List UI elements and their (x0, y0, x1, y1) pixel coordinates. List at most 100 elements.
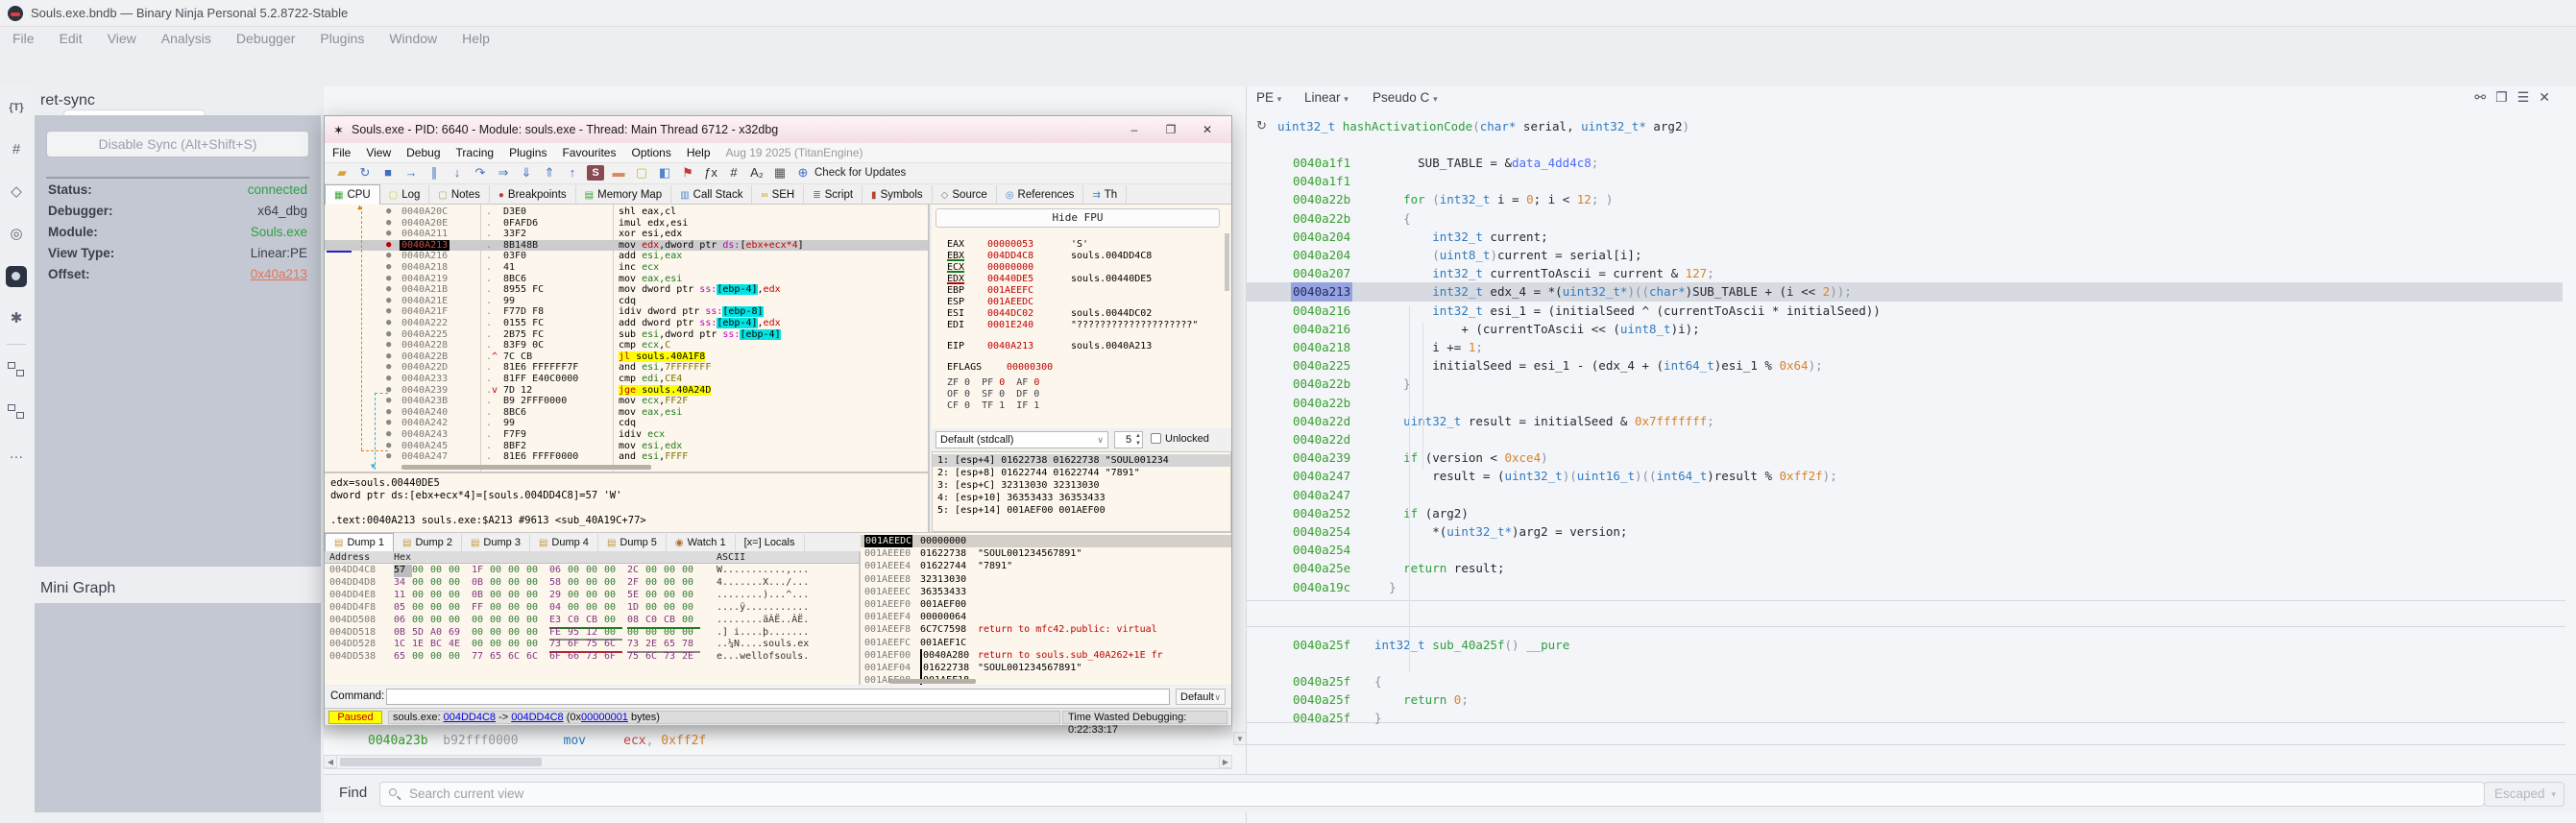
functions-icon[interactable]: ƒx (699, 163, 722, 182)
x32dbg-menu-tracing[interactable]: Tracing (449, 143, 502, 162)
code-line[interactable]: 0040a1f1 (1247, 172, 2563, 190)
restart-icon[interactable]: ↻ (353, 163, 377, 182)
stack-row[interactable]: 001AEEE401622744"7891" (861, 560, 1231, 572)
step-into-icon[interactable]: ↓ (446, 163, 469, 182)
disasm-row[interactable]: ●0040A225.2B75 FCsub esi,dword ptr ss:[e… (325, 329, 930, 341)
disasm-row[interactable]: ●0040A218.41inc ecx (325, 262, 930, 274)
step-over-icon[interactable]: ↷ (469, 163, 492, 182)
step-user-icon[interactable]: ↑ (561, 163, 584, 182)
x32dbg-tab-notes[interactable]: ▢Notes (429, 185, 490, 206)
offset-link[interactable]: 0x40a213 (251, 267, 307, 281)
calculator-icon[interactable]: ▦ (768, 163, 791, 182)
disasm-row[interactable]: ●0040A239.v7D 12jge souls.40A24D (325, 385, 930, 397)
arg-row[interactable]: 5: [esp+14] 001AEF00 001AEF00 (933, 504, 1231, 517)
disasm-row[interactable]: ●0040A20C.D3E0shl eax,cl (325, 206, 930, 218)
register-row[interactable]: EBX004DD4C8souls.004DD4C8 (932, 251, 1231, 262)
code-line[interactable]: 0040a218 i += 1; (1247, 338, 2563, 356)
x32dbg-menu-help[interactable]: Help (679, 143, 718, 162)
maximize-button[interactable]: ❐ (1156, 120, 1185, 139)
disable-sync-button[interactable]: Disable Sync (Alt+Shift+S) (46, 131, 309, 157)
disasm-row[interactable]: ●0040A21F.F77D F8idiv dword ptr ss:[ebp-… (325, 306, 930, 318)
register-row[interactable]: EBP001AEEFC (932, 285, 1231, 297)
arg-row[interactable]: 2: [esp+8] 01622744 01622744 "7891" (933, 467, 1231, 479)
x32dbg-menu-file[interactable]: File (325, 143, 358, 162)
x32dbg-tab-memory-map[interactable]: ▤Memory Map (576, 185, 672, 206)
register-row[interactable]: ESI0044DC02souls.0044DC02 (932, 308, 1231, 320)
stack-row[interactable]: 001AEEF86C7C7598return to mfc42.public: … (861, 623, 1231, 636)
open-file-icon[interactable]: ▰ (330, 163, 353, 182)
disasm-row[interactable]: ●0040A22D.81E6 FFFFFF7Fand esi,7FFFFFFF (325, 362, 930, 374)
dump-tab-dump-4[interactable]: ▤Dump 4 (530, 534, 598, 553)
x32dbg-tab-th[interactable]: ⇉Th (1083, 185, 1127, 206)
code-line[interactable]: 0040a216 int32_t esi_1 = (initialSeed ^ … (1247, 302, 2563, 320)
code-line[interactable]: 0040a19c } (1247, 578, 2563, 596)
code-line[interactable]: 0040a22d (1247, 430, 2563, 448)
code-line[interactable] (1247, 654, 2563, 672)
dump-row[interactable]: 004DD4F805000000FF000000040000001D000000… (325, 602, 861, 615)
run-icon[interactable]: → (400, 163, 423, 182)
patches-icon[interactable]: ▬ (607, 163, 630, 182)
dump-tab--x-locals[interactable]: [x=] Locals (736, 534, 805, 553)
stack-pane[interactable]: 001AEEDC00000000001AEEE001622738"SOUL001… (861, 532, 1231, 685)
disasm-row[interactable]: ●0040A240.8BC6mov eax,esi (325, 407, 930, 419)
dump-row[interactable]: 004DD4D8340000000B000000580000002F000000… (325, 577, 861, 590)
stack-row[interactable]: 001AEEFC001AEF1C (861, 637, 1231, 649)
vscroll-down-arrow[interactable]: ▼ (1233, 732, 1247, 745)
disasm-row[interactable]: ●0040A245.8BF2mov esi,edx (325, 441, 930, 452)
scylla-icon[interactable]: S (587, 165, 604, 181)
x32dbg-tab-breakpoints[interactable]: ●Breakpoints (490, 185, 576, 206)
register-row[interactable]: EDX00440DE5souls.00440DE5 (932, 274, 1231, 285)
menu-analysis[interactable]: Analysis (149, 27, 224, 50)
stop-icon[interactable]: ■ (377, 163, 400, 182)
unlocked-checkbox[interactable]: Unlocked (1151, 433, 1209, 445)
dump-row[interactable]: 004DD4E8110000000B000000290000005E000000… (325, 590, 861, 602)
dump-row[interactable]: 004DD5180B5DA06900000000FE95120000000000… (325, 627, 861, 640)
code-line[interactable]: 0040a1f1 SUB_TABLE = &data_4dd4c8; (1247, 154, 2563, 172)
location-icon[interactable]: ◎ (0, 213, 33, 255)
code-line[interactable]: 0040a239 if (version < 0xce4) (1247, 448, 2563, 467)
stack-row[interactable]: 001AEEE001622738"SOUL001234567891" (861, 547, 1231, 560)
center-hscrollbar[interactable] (324, 755, 1232, 769)
calling-convention-select[interactable]: Default (stdcall)∨ (936, 431, 1108, 448)
menu-file[interactable]: File (0, 27, 47, 50)
register-row[interactable]: ECX00000000 (932, 262, 1231, 274)
code-line[interactable]: 0040a22b (1247, 394, 2563, 412)
code-line[interactable]: 0040a22b } (1247, 375, 2563, 393)
disasm-row[interactable]: ●0040A21B.8955 FCmov dword ptr ss:[ebp-4… (325, 284, 930, 296)
disasm-row[interactable]: ●0040A22B.^7C CBjl souls.40A1F8 (325, 351, 930, 363)
args-pane[interactable]: 1: [esp+4] 01622738 01622738 "SOUL001234… (932, 451, 1231, 532)
bookmarks-icon[interactable]: ⚑ (676, 163, 699, 182)
search-input[interactable]: Search current view (379, 782, 2485, 807)
code-line[interactable]: 0040a247 (1247, 486, 2563, 504)
dump-row[interactable]: 004DD5281C1EBC4E00000000736F756C732E6578… (325, 639, 861, 651)
disassembly-pane[interactable]: ●0040A20C.D3E0shl eax,cl●0040A20E.0FAFD6… (325, 205, 930, 472)
dump-pane[interactable]: Address Hex ASCII 004DD4C8570000001F0000… (325, 551, 861, 685)
more-icon[interactable]: … (0, 433, 33, 475)
comments-icon[interactable]: ▢ (630, 163, 653, 182)
disasm-row[interactable]: ●0040A216.03F0add esi,eax (325, 251, 930, 262)
code-line[interactable]: 0040a25fint32_t sub_40a25f() __pure (1247, 636, 2563, 654)
dump-tab-watch-1[interactable]: ◉Watch 1 (667, 534, 736, 553)
menu-help[interactable]: Help (450, 27, 502, 50)
disasm-row[interactable]: ●0040A211.33F2xor esi,edx (325, 229, 930, 240)
pseudo-c-code[interactable]: 0040a1f1 SUB_TABLE = &data_4dd4c8;0040a1… (1247, 86, 2576, 823)
x32dbg-menu-debug[interactable]: Debug (399, 143, 448, 162)
x32dbg-tab-script[interactable]: ≣Script (804, 185, 863, 206)
code-line[interactable]: 0040a207 int32_t currentToAscii = curren… (1247, 264, 2563, 282)
register-row[interactable]: EDI0001E240"????????????????????" (932, 320, 1231, 331)
code-line[interactable]: 0040a204 int32_t current; (1247, 228, 2563, 246)
hscroll-right-arrow[interactable]: ▶ (1219, 755, 1232, 768)
hide-fpu-button[interactable]: Hide FPU (936, 208, 1220, 228)
menu-view[interactable]: View (95, 27, 149, 50)
minigraph-icon[interactable] (0, 349, 33, 391)
disasm-row[interactable]: ●0040A23B.B9 2FFF0000mov ecx,FF2F (325, 396, 930, 407)
menu-edit[interactable]: Edit (47, 27, 95, 50)
command-type-select[interactable]: Default ∨ (1176, 689, 1226, 705)
x32dbg-tab-source[interactable]: ◇Source (933, 185, 997, 206)
ascii-table-icon[interactable]: A₂ (745, 163, 768, 182)
code-line[interactable]: 0040a22d uint32_t result = initialSeed &… (1247, 412, 2563, 430)
x32dbg-tab-log[interactable]: ▢Log (380, 185, 430, 206)
stack-row[interactable]: 001AEF000040A280return to souls.sub_40A2… (861, 649, 1231, 662)
code-line[interactable]: 0040a25e return result; (1247, 559, 2563, 577)
x32dbg-tab-cpu[interactable]: ▦CPU (325, 184, 380, 205)
